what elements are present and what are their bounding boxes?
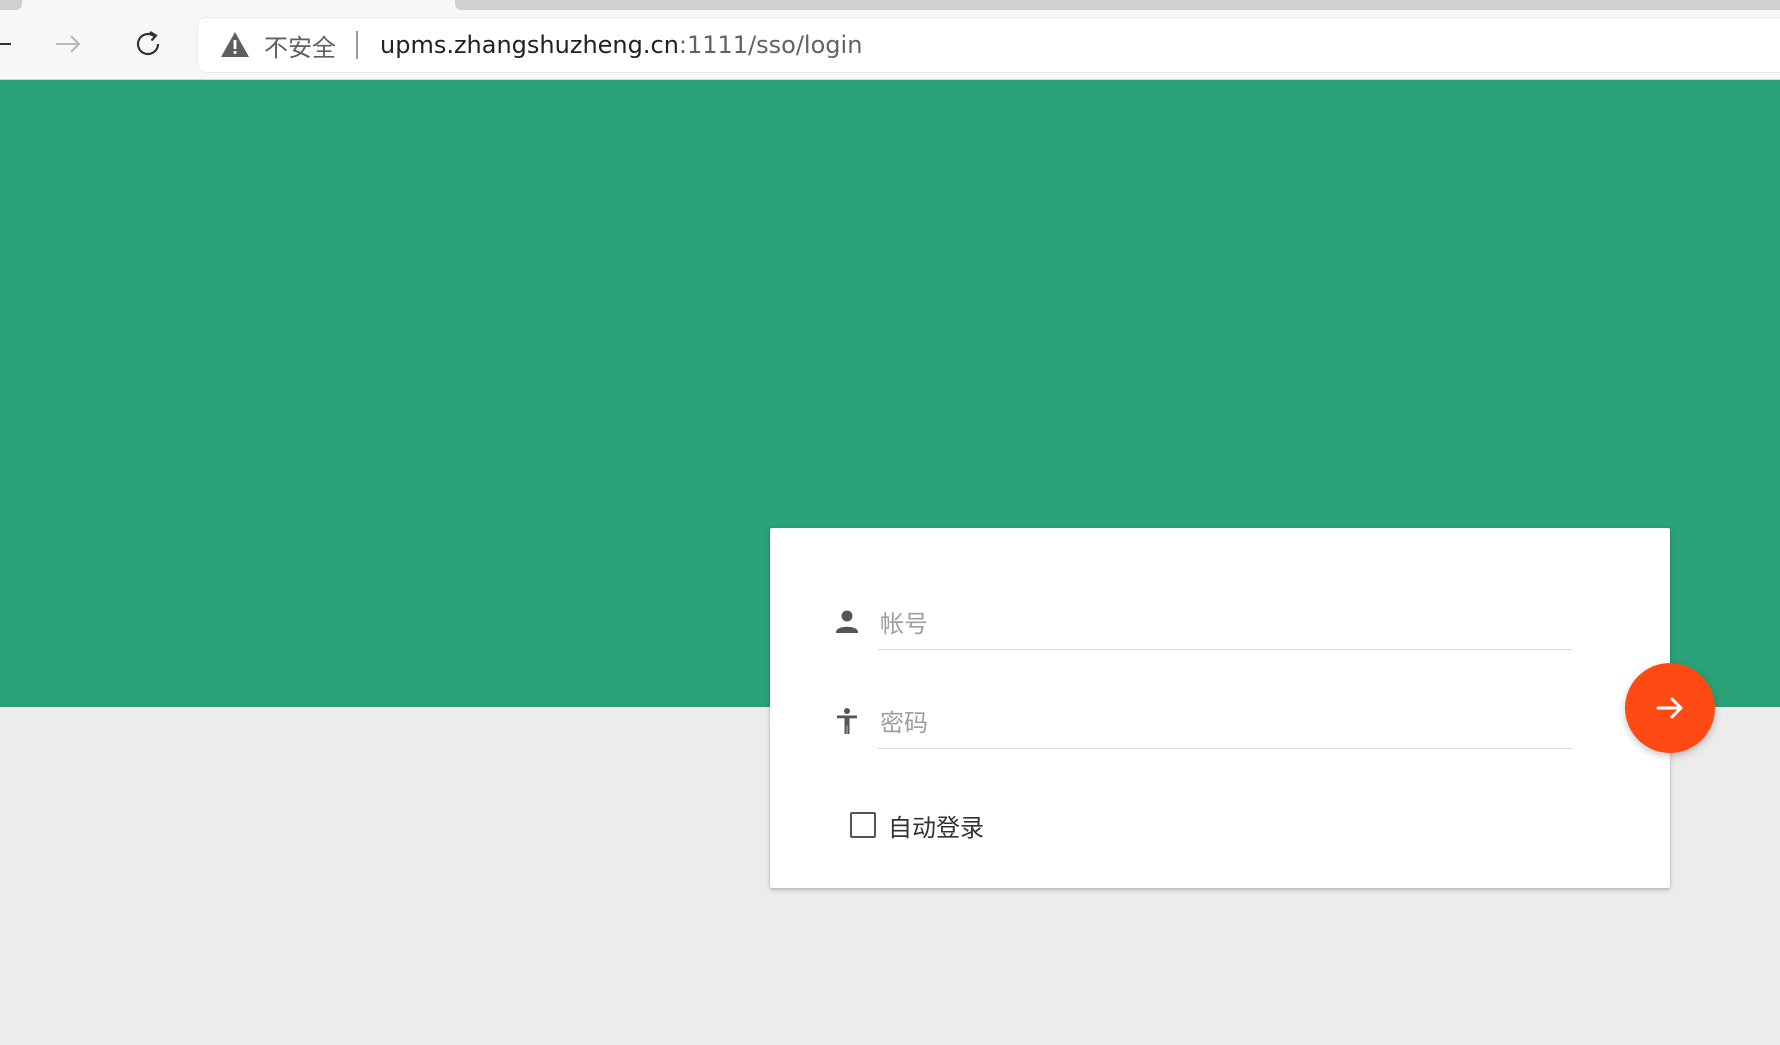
browser-toolbar: 不安全 upms.zhangshuzheng.cn:1111/sso/login bbox=[0, 0, 1780, 80]
login-card: 自动登录 bbox=[770, 528, 1670, 888]
login-submit-button[interactable] bbox=[1625, 663, 1715, 753]
warning-triangle-icon[interactable] bbox=[220, 31, 250, 59]
person-icon bbox=[836, 610, 858, 633]
reload-button[interactable] bbox=[126, 22, 170, 66]
address-separator bbox=[356, 31, 358, 59]
password-field-row bbox=[834, 697, 1574, 751]
arrow-left-icon bbox=[0, 43, 11, 45]
security-status-label[interactable]: 不安全 bbox=[264, 28, 336, 63]
url-path[interactable]: :1111/sso/login bbox=[679, 31, 863, 59]
remember-me-label[interactable]: 自动登录 bbox=[888, 808, 984, 843]
reload-icon bbox=[136, 31, 160, 56]
remember-me-checkbox[interactable] bbox=[850, 812, 876, 838]
back-button[interactable] bbox=[0, 22, 22, 66]
arrow-right-icon bbox=[1656, 697, 1683, 719]
tab-strip bbox=[0, 0, 22, 10]
remember-me-row[interactable]: 自动登录 bbox=[850, 808, 984, 843]
username-field-row bbox=[834, 598, 1574, 652]
username-input[interactable] bbox=[878, 598, 1572, 650]
address-bar[interactable]: 不安全 upms.zhangshuzheng.cn:1111/sso/login bbox=[198, 18, 1780, 72]
password-input[interactable] bbox=[878, 697, 1572, 749]
arrow-right-icon bbox=[56, 35, 81, 53]
tab-strip bbox=[455, 0, 1780, 10]
url-host[interactable]: upms.zhangshuzheng.cn bbox=[380, 31, 679, 59]
forward-button[interactable] bbox=[46, 22, 90, 66]
accessibility-icon bbox=[837, 708, 857, 734]
